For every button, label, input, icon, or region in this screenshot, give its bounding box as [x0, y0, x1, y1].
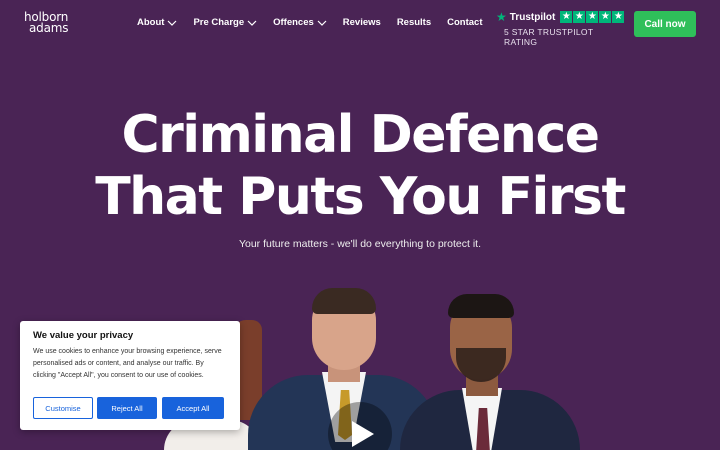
nav-item-reviews[interactable]: Reviews — [343, 17, 381, 28]
trustpilot-caption: 5 STAR TRUSTPILOT RATING — [504, 27, 594, 47]
logo[interactable]: holborn adams — [24, 11, 69, 35]
chevron-down-icon — [168, 20, 177, 26]
nav-item-label: Reviews — [342, 17, 381, 28]
accept-all-button[interactable]: Accept All — [162, 397, 224, 419]
chevron-down-icon — [247, 20, 257, 26]
nav-item-pre-charge[interactable]: Pre Charge — [193, 17, 257, 28]
nav-item-label: Offences — [273, 17, 314, 28]
hero-subtitle: Your future matters - we'll do everythin… — [238, 238, 482, 250]
nav-item-label: Results — [396, 17, 432, 28]
nav-item-label: Pre Charge — [193, 17, 245, 28]
hair — [312, 288, 376, 314]
customise-button[interactable]: Customise — [33, 397, 93, 419]
hero-title-line-2: That Puts You First — [95, 167, 626, 227]
hero-title-line-1: Criminal Defence — [121, 105, 600, 165]
nav-item-label: Contact — [447, 17, 483, 28]
star-icon: ★ — [573, 11, 586, 23]
star-icon: ★ — [560, 11, 573, 23]
cookie-actions: Customise Reject All Accept All — [33, 397, 224, 419]
nav-item-contact[interactable]: Contact — [447, 17, 482, 28]
star-icon: ★ — [586, 11, 599, 23]
logo-line-2: adams — [29, 21, 69, 35]
nav-item-label: About — [137, 17, 165, 28]
nav-item-results[interactable]: Results — [397, 17, 431, 28]
hero-title: Criminal Defence That Puts You First — [0, 104, 720, 228]
play-icon — [352, 421, 374, 447]
cookie-consent-banner: We value your privacy We use cookies to … — [20, 321, 240, 430]
reject-all-button[interactable]: Reject All — [97, 397, 157, 419]
nav-item-offences[interactable]: Offences — [273, 17, 327, 28]
trustpilot-rating: ★ ★ ★ ★ ★ — [560, 11, 625, 23]
star-icon: ★ — [599, 11, 612, 23]
nav-item-about[interactable]: About — [137, 17, 177, 28]
trustpilot-widget[interactable]: ★ Trustpilot ★ ★ ★ ★ ★ 5 STAR TRUSTPILOT… — [496, 10, 625, 47]
hair — [448, 294, 514, 318]
cookie-title: We value your privacy — [33, 330, 134, 341]
site-header: holborn adams About Pre Charge Offences … — [0, 0, 720, 50]
trustpilot-name: Trustpilot — [509, 11, 556, 23]
cookie-text: We use cookies to enhance your browsing … — [33, 348, 222, 379]
star-icon: ★ — [612, 11, 625, 23]
call-now-button[interactable]: Call now — [634, 11, 696, 37]
main-nav: About Pre Charge Offences Reviews Result… — [137, 17, 499, 28]
beard — [456, 348, 506, 382]
star-icon: ★ — [496, 10, 507, 24]
chevron-down-icon — [317, 20, 327, 26]
